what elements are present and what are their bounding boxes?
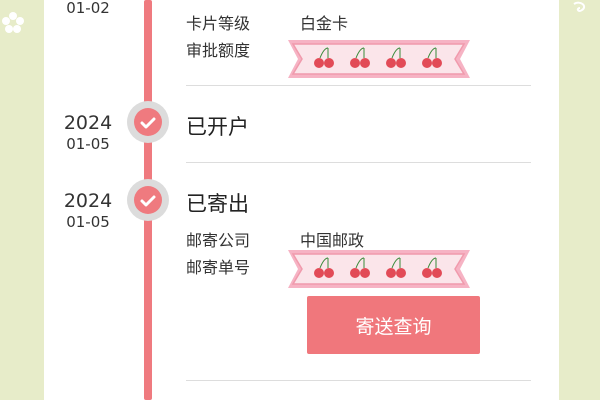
card-level-label: 卡片等级	[186, 14, 251, 33]
divider	[186, 85, 531, 86]
mail-company-label: 邮寄公司	[186, 231, 251, 250]
step-3-status: 已寄出	[186, 192, 249, 216]
step-2-date-year: 2024	[63, 112, 113, 134]
check-icon	[140, 117, 156, 129]
step-1-date: 01-02	[48, 0, 128, 18]
delivery-query-button[interactable]: 寄送查询	[307, 296, 480, 354]
step-1-date-md: 01-02	[66, 0, 110, 17]
step-2-node	[127, 101, 169, 143]
tracking-number-masked-banner	[288, 250, 470, 288]
step-3-date: 2024 01-05	[48, 190, 128, 232]
card-level-value: 白金卡	[300, 14, 349, 33]
divider	[186, 380, 531, 381]
approval-amount-label: 审批额度	[186, 41, 251, 60]
check-icon	[140, 195, 156, 207]
step-2-date-md: 01-05	[66, 135, 110, 153]
approval-amount-masked-banner	[288, 40, 470, 78]
progress-card: 01-02 卡片等级 白金卡 审批额度 2024 01-05 已开户 2024 …	[44, 0, 559, 400]
step-3-date-md: 01-05	[66, 213, 110, 231]
tracking-number-label: 邮寄单号	[186, 258, 251, 277]
divider	[186, 162, 531, 163]
step-3-node	[127, 179, 169, 221]
step-2-status: 已开户	[186, 115, 249, 139]
step-2-date: 2024 01-05	[48, 112, 128, 154]
swirl-decoration-icon	[573, 1, 586, 12]
step-3-date-year: 2024	[63, 190, 113, 212]
flower-icon	[2, 12, 24, 33]
